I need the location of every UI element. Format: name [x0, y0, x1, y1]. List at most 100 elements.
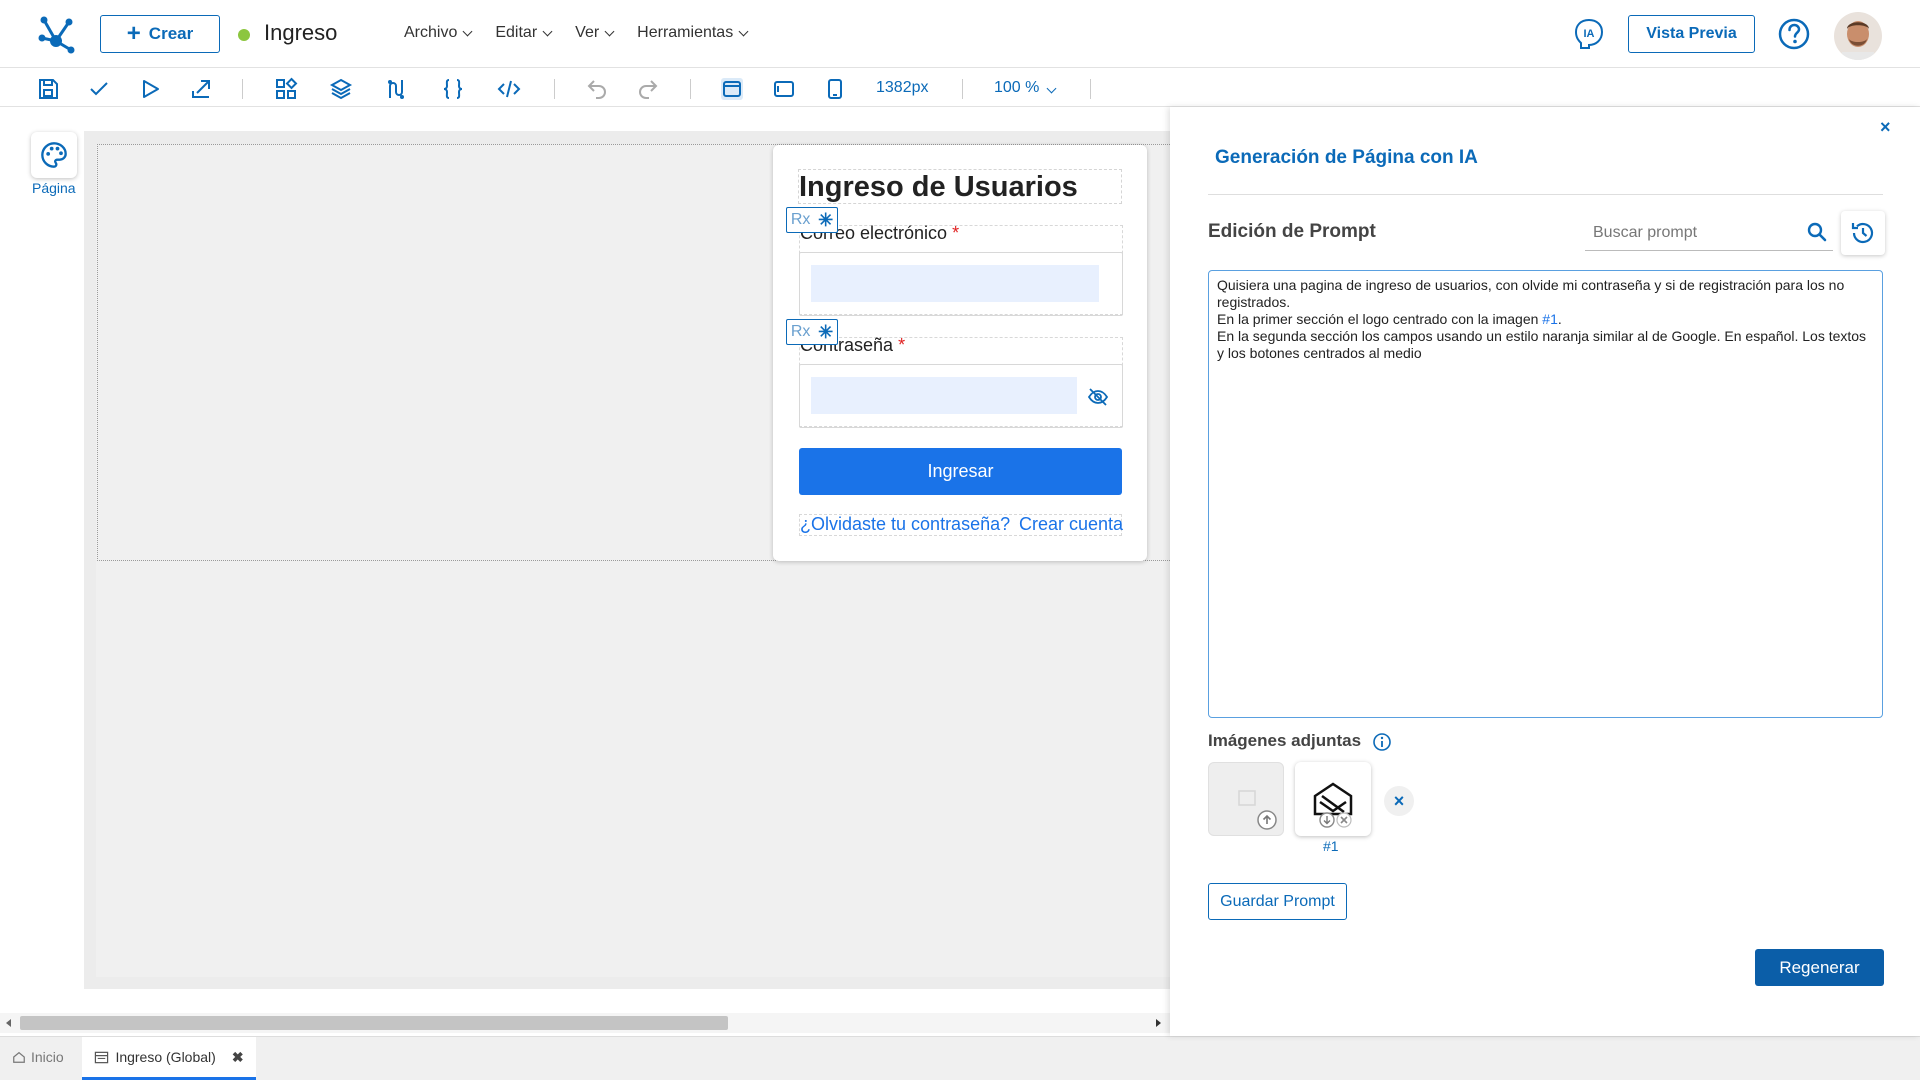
create-button-label: Crear [148, 24, 194, 43]
required-mark: * [898, 335, 906, 355]
left-rail [0, 108, 84, 1036]
toolbar-divider [1090, 79, 1091, 99]
ia-brain-icon[interactable]: IA [1572, 17, 1606, 51]
toolbar-divider [690, 79, 691, 99]
home-icon [13, 1051, 25, 1063]
undo-icon[interactable] [585, 77, 609, 101]
toolbar-divider [554, 79, 555, 99]
page-settings-button[interactable] [31, 132, 77, 178]
check-icon[interactable] [87, 77, 111, 101]
chevron-down-icon [604, 26, 615, 36]
rx-label: Rx [790, 211, 811, 228]
password-input[interactable] [811, 377, 1077, 414]
mobile-icon[interactable] [823, 77, 847, 101]
image-placeholder-icon [1238, 790, 1256, 806]
menu-label: Archivo [404, 24, 458, 41]
prompt-history-button[interactable] [1841, 211, 1885, 255]
required-mark: * [952, 223, 960, 243]
layers-icon[interactable] [329, 77, 353, 101]
chevron-down-icon [1046, 83, 1057, 94]
history-icon [1851, 222, 1874, 244]
prompt-text-line: En la primer sección el logo centrado co… [1217, 311, 1874, 328]
help-icon[interactable] [1777, 17, 1811, 51]
scroll-left-icon[interactable] [6, 1019, 11, 1027]
save-prompt-button[interactable]: Guardar Prompt [1208, 883, 1347, 920]
image-upload-slot[interactable] [1208, 762, 1284, 836]
email-input[interactable] [811, 265, 1099, 302]
menu-label: Herramientas [637, 24, 734, 41]
image-reference[interactable]: #1 [1542, 311, 1558, 327]
menu-herramientas[interactable]: Herramientas [637, 24, 749, 42]
close-tab-icon[interactable]: ✖ [232, 1049, 244, 1066]
card-title[interactable]: Ingreso de Usuarios [798, 169, 1122, 204]
flow-icon[interactable] [384, 77, 408, 101]
avatar[interactable] [1834, 12, 1882, 60]
asterisk-icon: ✳ [818, 321, 834, 342]
divider [1208, 194, 1883, 195]
braces-icon[interactable] [441, 77, 465, 101]
asterisk-icon: ✳ [818, 209, 834, 230]
search-icon[interactable] [1806, 221, 1828, 243]
forgot-password-link[interactable]: ¿Olvidaste tu contraseña? [800, 514, 1010, 535]
code-icon[interactable] [497, 77, 521, 101]
play-icon[interactable] [138, 77, 162, 101]
prompt-text: En la primer sección el logo centrado co… [1217, 311, 1543, 327]
zoom-label: 100 % [994, 79, 1040, 96]
plus-icon: + [126, 20, 141, 47]
tab-label: Inicio [31, 1049, 64, 1065]
eye-off-icon[interactable] [1087, 386, 1109, 408]
toolbar-divider [242, 79, 243, 99]
canvas-width-label[interactable]: 1382px [876, 79, 929, 97]
preview-button[interactable]: Vista Previa [1628, 15, 1755, 53]
scrollbar-thumb[interactable] [20, 1016, 728, 1030]
toolbar-divider [962, 79, 963, 99]
prompt-textarea[interactable]: Quisiera una pagina de ingreso de usuari… [1208, 270, 1883, 718]
menu-ver[interactable]: Ver [575, 24, 615, 42]
zoom-select[interactable]: 100 % [994, 79, 1057, 97]
widgets-icon[interactable] [274, 77, 298, 101]
prompt-section-title: Edición de Prompt [1208, 221, 1376, 242]
rx-badge[interactable]: Rx ✳ [786, 207, 838, 233]
attached-images-title: Imágenes adjuntas [1208, 731, 1362, 750]
chevron-down-icon [462, 26, 473, 36]
regenerate-button[interactable]: Regenerar [1755, 949, 1884, 986]
app-logo-icon[interactable] [36, 12, 76, 56]
menu-editar[interactable]: Editar [495, 24, 553, 42]
page-settings-label: Página [32, 180, 76, 196]
tablet-icon[interactable] [772, 77, 796, 101]
create-account-link[interactable]: Crear cuenta [1019, 514, 1123, 535]
desktop-icon[interactable] [720, 77, 744, 101]
menu-label: Ver [575, 24, 600, 41]
clear-images-icon[interactable]: × [1384, 786, 1414, 816]
tab-label: Ingreso (Global) [115, 1049, 216, 1065]
editor-toolbar: 1382px 100 % [0, 69, 1920, 107]
chevron-down-icon [542, 26, 553, 36]
scroll-right-icon[interactable] [1156, 1019, 1161, 1027]
menu-label: Editar [495, 24, 538, 41]
page-icon [95, 1051, 109, 1063]
create-button[interactable]: + Crear [100, 15, 220, 53]
palette-icon [41, 142, 67, 168]
info-icon[interactable] [1372, 732, 1392, 752]
prompt-text-line: Quisiera una pagina de ingreso de usuari… [1217, 277, 1845, 310]
tab-inicio[interactable]: Inicio [12, 1049, 64, 1065]
rx-label: Rx [790, 323, 811, 340]
status-indicator [238, 29, 250, 41]
save-icon[interactable] [36, 77, 60, 101]
panel-title: Generación de Página con IA [1215, 147, 1478, 168]
page-title: Ingreso [264, 20, 338, 45]
image-label: #1 [1323, 838, 1339, 854]
chevron-down-icon [738, 26, 749, 36]
menu-archivo[interactable]: Archivo [404, 24, 473, 42]
redo-icon[interactable] [636, 77, 660, 101]
rx-badge[interactable]: Rx ✳ [786, 319, 838, 345]
prompt-text: . [1557, 311, 1562, 327]
export-icon[interactable] [189, 77, 213, 101]
horizontal-scrollbar[interactable] [0, 1013, 1170, 1033]
login-button[interactable]: Ingresar [799, 448, 1122, 495]
attached-image-1[interactable] [1295, 762, 1371, 836]
tab-ingreso-global[interactable]: Ingreso (Global) ✖ [82, 1037, 256, 1080]
prompt-search-input[interactable] [1593, 221, 1793, 245]
bottom-tab-bar: Inicio Ingreso (Global) ✖ [0, 1036, 1920, 1080]
close-panel-icon[interactable]: × [1880, 117, 1891, 138]
